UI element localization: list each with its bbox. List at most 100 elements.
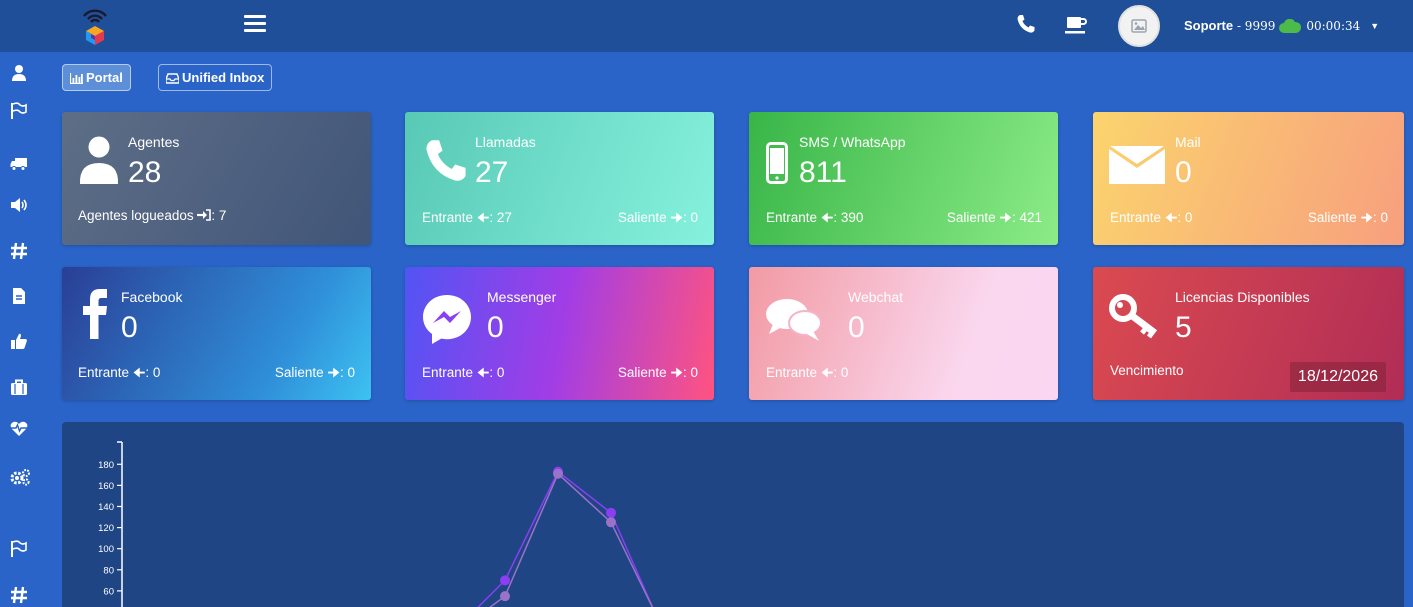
tab-unified-inbox[interactable]: Unified Inbox [158,64,273,91]
card-title: Mail [1175,134,1201,150]
y-tick-label: 180 [98,460,114,471]
card-count: 0 [1175,156,1192,189]
heartbeat-icon[interactable] [10,420,28,438]
arrow-right-icon: 🠊 [327,365,340,380]
outgoing-stat: Saliente 🠊: 0 [275,363,355,386]
app-logo[interactable] [78,6,112,46]
user-avatar[interactable] [1118,5,1160,47]
phone-icon[interactable] [1016,14,1036,34]
logged-agents-value: : 7 [211,208,227,223]
data-point [606,507,616,518]
outgoing-label: Saliente [946,210,996,225]
arrow-right-icon: 🠊 [670,210,683,225]
series-line [489,472,654,607]
chat-bubbles-icon [765,297,823,348]
arrow-left-icon: 🠈 [820,365,834,380]
arrow-left-icon: 🠈 [1164,210,1178,225]
outgoing-value: : 0 [682,365,698,380]
card-count: 28 [128,156,162,189]
tab-portal-label: Portal [86,70,123,85]
card-webchat[interactable]: Webchat 0 Entrante 🠈: 0 [749,267,1058,400]
user-extension: - 9999 [1233,19,1276,33]
incoming-stat: Entrante 🠈: 27 [422,208,512,231]
incoming-value: : 0 [833,365,849,380]
gears-icon[interactable] [10,468,32,486]
outgoing-stat: Saliente 🠊: 0 [1308,208,1388,231]
y-tick-label: 160 [98,481,114,492]
expiry-label: Vencimiento [1110,363,1184,378]
outgoing-label: Saliente [274,365,324,380]
messenger-icon [421,293,473,350]
card-mail[interactable]: Mail 0 Entrante 🠈: 0 Saliente 🠊: 0 [1093,112,1404,245]
y-tick-label: 100 [98,544,114,555]
card-title: Licencias Disponibles [1175,289,1310,305]
incoming-label: Entrante [1110,210,1162,225]
card-licencias[interactable]: Licencias Disponibles 5 Vencimiento 18/1… [1093,267,1404,400]
bar-chart-icon [69,73,83,85]
data-point [500,591,510,602]
arrow-left-icon: 🠈 [476,210,490,225]
outgoing-stat: Saliente 🠊: 0 [618,363,698,386]
user-icon[interactable] [10,64,28,82]
flag-icon[interactable] [10,102,28,120]
menu-toggle-button[interactable] [244,15,266,37]
incoming-label: Entrante [766,210,818,225]
key-icon [1109,293,1161,344]
coffee-break-icon[interactable] [1064,14,1088,36]
incoming-stat: Entrante 🠈: 390 [766,208,863,231]
caret-down-icon[interactable]: ▼ [1370,21,1379,31]
card-footer: Agentes logueados : 7 [78,208,226,223]
truck-icon[interactable] [10,154,28,172]
incoming-stat: Entrante 🠈: 0 [1110,208,1192,231]
incoming-label: Entrante [766,365,818,380]
briefcase-icon[interactable] [10,378,28,396]
card-llamadas[interactable]: Llamadas 27 Entrante 🠈: 27 Saliente 🠊: 0 [405,112,714,245]
card-title: Webchat [848,289,903,305]
card-title: SMS / WhatsApp [799,134,906,150]
card-sms-whatsapp[interactable]: SMS / WhatsApp 811 Entrante 🠈: 390 Salie… [749,112,1058,245]
logged-agents-label: Agentes logueados [78,208,194,223]
data-point [500,575,510,586]
card-title: Facebook [121,289,183,305]
envelope-icon [1109,146,1165,189]
volume-icon[interactable] [10,196,28,214]
outgoing-stat: Saliente 🠊: 0 [618,208,698,231]
incoming-value: : 0 [489,365,505,380]
outgoing-stat: Saliente 🠊: 421 [947,208,1042,231]
tab-portal[interactable]: Portal [62,64,131,91]
card-facebook[interactable]: Facebook 0 Entrante 🠈: 0 Saliente 🠊: 0 [62,267,371,400]
outgoing-label: Saliente [617,210,667,225]
incoming-value: : 390 [833,210,864,225]
hashtag-icon[interactable] [10,242,28,260]
outgoing-label: Saliente [617,365,667,380]
thumbs-up-icon[interactable] [10,332,28,350]
sign-in-icon [197,209,212,221]
arrow-left-icon: 🠈 [476,365,490,380]
data-point [606,517,616,528]
arrow-right-icon: 🠊 [670,365,683,380]
inbox-icon [165,73,180,84]
outgoing-value: : 0 [1372,210,1388,225]
user-menu[interactable]: Soporte - 9999 00:00:34 ▼ [1184,18,1379,36]
incoming-stat: Entrante 🠈: 0 [422,363,504,386]
card-messenger[interactable]: Messenger 0 Entrante 🠈: 0 Saliente 🠊: 0 [405,267,714,400]
sidebar [0,52,36,607]
series-line [477,470,654,607]
data-point [553,468,563,479]
card-count: 5 [1175,311,1192,344]
flag-icon-secondary[interactable] [10,540,28,558]
card-title: Messenger [487,289,557,305]
file-icon[interactable] [10,287,28,305]
line-chart: 60 80 100 120 140 160 180 [98,441,654,607]
card-agentes[interactable]: Agentes 28 Agentes logueados : 7 [62,112,371,245]
chart-panel: 60 80 100 120 140 160 180 [62,422,1404,607]
card-count: 27 [475,156,509,189]
y-tick-label: 140 [98,502,114,513]
hashtag-icon-secondary[interactable] [10,586,28,604]
incoming-stat: Entrante 🠈: 0 [78,363,160,386]
outgoing-value: : 421 [1011,210,1042,225]
y-tick-label: 80 [103,565,114,576]
session-timer: 00:00:34 [1306,19,1361,33]
y-tick-label: 120 [98,523,114,534]
outgoing-value: : 0 [682,210,698,225]
